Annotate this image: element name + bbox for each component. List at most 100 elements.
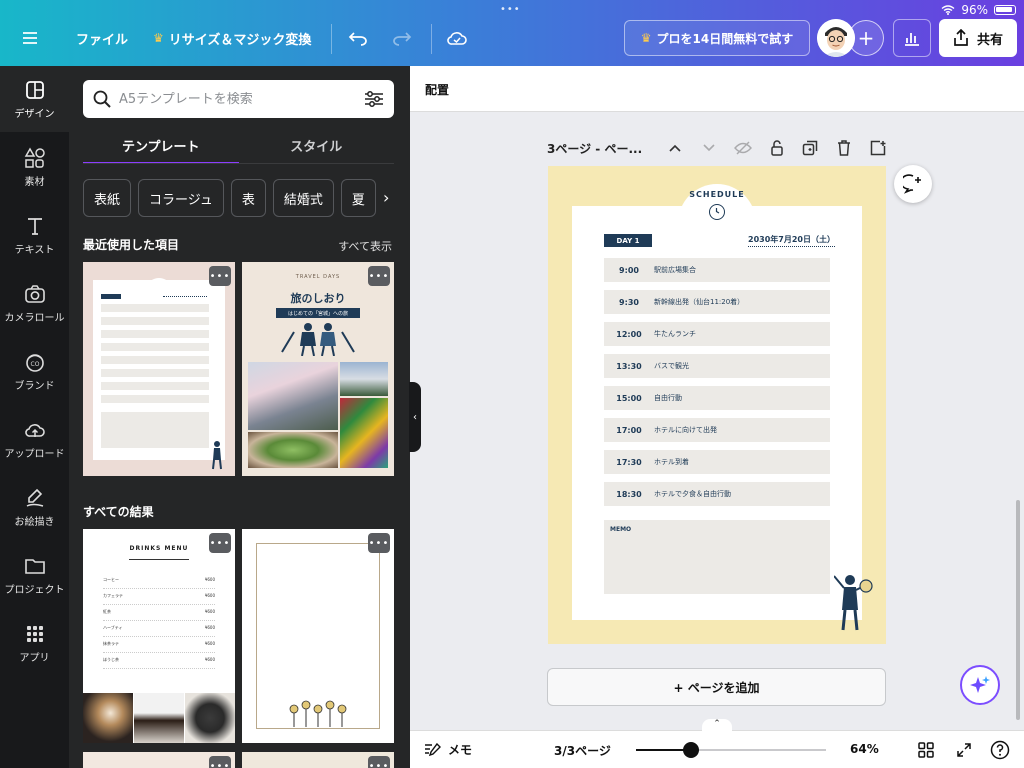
schedule-text: 牛たんランチ bbox=[654, 330, 696, 338]
date-text[interactable]: 2030年7月20日（土） bbox=[748, 234, 835, 247]
schedule-row[interactable]: 15:00 自由行動 bbox=[604, 386, 830, 410]
rail-item-text[interactable]: テキスト bbox=[0, 202, 69, 268]
tab-templates[interactable]: テンプレート bbox=[83, 132, 239, 164]
add-collaborator-button[interactable]: + bbox=[848, 20, 884, 56]
insights-button[interactable] bbox=[893, 19, 931, 57]
share-button[interactable]: 共有 bbox=[939, 19, 1017, 57]
zoom-level[interactable]: 64% bbox=[850, 742, 879, 756]
day-tag[interactable]: DAY 1 bbox=[604, 234, 652, 247]
template-thumb-partial[interactable]: ••• bbox=[242, 752, 394, 768]
status-bar: 96% bbox=[941, 3, 1016, 17]
template-thumb-partial[interactable]: ••• bbox=[83, 752, 235, 768]
template-thumb-schedule[interactable]: ••• bbox=[83, 262, 235, 476]
chevron-up-icon[interactable]: ⌃ bbox=[702, 719, 732, 733]
hide-icon[interactable] bbox=[733, 139, 752, 157]
chevron-down-icon[interactable] bbox=[700, 139, 718, 157]
resize-label: リサイズ＆マジック変換 bbox=[168, 32, 312, 48]
rail-item-upload[interactable]: アップロード bbox=[0, 406, 69, 472]
design-page[interactable]: DAY 1 2030年7月20日（土） 9:00 駅前広場集合 9:30 新幹線出発… bbox=[548, 166, 886, 644]
template-thumb-floral-frame[interactable]: ••• bbox=[242, 529, 394, 743]
page-title[interactable]: 3ページ - ペー... bbox=[547, 140, 650, 157]
chip-wedding[interactable]: 結婚式 bbox=[272, 179, 334, 217]
chip-table[interactable]: 表 bbox=[230, 179, 266, 217]
rail-item-brand[interactable]: CO ブランド bbox=[0, 338, 69, 404]
chevron-right-icon[interactable]: › bbox=[383, 188, 389, 207]
lock-icon[interactable] bbox=[768, 139, 786, 157]
more-options-button[interactable]: ••• bbox=[368, 266, 390, 286]
train-photo bbox=[340, 362, 388, 396]
add-comment-button[interactable] bbox=[894, 165, 932, 203]
more-options-button[interactable]: ••• bbox=[209, 533, 231, 553]
schedule-row[interactable]: 9:00 駅前広場集合 bbox=[604, 258, 830, 282]
schedule-row[interactable]: 17:30 ホテル到着 bbox=[604, 450, 830, 474]
more-options-button[interactable]: ••• bbox=[209, 266, 231, 286]
traveler-illustration[interactable] bbox=[834, 572, 874, 634]
more-options-button[interactable]: ••• bbox=[209, 756, 231, 768]
help-icon[interactable] bbox=[990, 740, 1010, 760]
more-options-button[interactable]: ••• bbox=[368, 533, 390, 553]
rail-item-design[interactable]: デザイン bbox=[0, 66, 69, 132]
schedule-row[interactable]: 18:30 ホテルで夕食＆自由行動 bbox=[604, 482, 830, 506]
search-box[interactable] bbox=[83, 80, 394, 118]
food-photo bbox=[248, 432, 338, 468]
template-thumb-travel[interactable]: TRAVEL DAYS 旅のしおり はじめての「宮城」への旅 ••• bbox=[242, 262, 394, 476]
travelers-illustration bbox=[281, 323, 355, 356]
schedule-row[interactable]: 9:30 新幹線出発（仙台11:20着） bbox=[604, 290, 830, 314]
grid-view-icon[interactable] bbox=[916, 740, 936, 760]
toolbar-divider bbox=[331, 24, 332, 54]
tab-styles[interactable]: スタイル bbox=[239, 132, 395, 164]
more-options-button[interactable]: ••• bbox=[368, 756, 390, 768]
search-input[interactable] bbox=[119, 91, 364, 107]
show-all-link[interactable]: すべて表示 bbox=[338, 238, 392, 254]
schedule-badge[interactable]: SCHEDULE bbox=[678, 184, 756, 228]
camera-icon bbox=[24, 284, 45, 303]
add-page-button[interactable]: + ページを追加 bbox=[547, 668, 886, 706]
rail-item-elements[interactable]: 素材 bbox=[0, 134, 69, 200]
page-count[interactable]: 3/3ページ bbox=[554, 742, 611, 759]
canvas-scrollbar[interactable] bbox=[1016, 500, 1020, 720]
chevron-up-icon[interactable] bbox=[666, 139, 684, 157]
sparkle-icon bbox=[970, 676, 990, 693]
rail-item-apps[interactable]: アプリ bbox=[0, 610, 69, 676]
filter-chips: 表紙 コラージュ 表 結婚式 夏 bbox=[83, 179, 403, 217]
trash-icon[interactable] bbox=[835, 139, 853, 157]
file-menu-button[interactable]: ファイル bbox=[76, 22, 128, 54]
resize-button[interactable]: ♛ リサイズ＆マジック変換 bbox=[153, 22, 311, 54]
rail-item-projects[interactable]: プロジェクト bbox=[0, 542, 69, 608]
collapse-panel-button[interactable]: ‹ bbox=[409, 382, 421, 452]
rail-item-camera-roll[interactable]: カメラロール bbox=[0, 270, 69, 336]
elements-icon bbox=[24, 146, 45, 168]
redo-icon[interactable] bbox=[392, 22, 412, 54]
magic-assistant-button[interactable] bbox=[960, 665, 1000, 705]
fullscreen-icon[interactable] bbox=[954, 740, 974, 760]
duplicate-icon[interactable] bbox=[802, 139, 820, 157]
thumb-badge bbox=[143, 278, 175, 288]
cloud-save-icon[interactable] bbox=[446, 22, 468, 54]
schedule-row[interactable]: 17:00 ホテルに向けて出発 bbox=[604, 418, 830, 442]
battery-icon bbox=[994, 5, 1016, 15]
undo-icon[interactable] bbox=[348, 22, 368, 54]
notes-button[interactable]: メモ bbox=[424, 741, 472, 758]
svg-text:CO: CO bbox=[30, 361, 39, 368]
chip-collage[interactable]: コラージュ bbox=[138, 179, 224, 217]
add-page-icon[interactable] bbox=[869, 139, 887, 157]
menu-icon[interactable] bbox=[22, 22, 38, 54]
schedule-row[interactable]: 13:30 バスで観光 bbox=[604, 354, 830, 378]
multitask-dots-icon[interactable]: ••• bbox=[500, 4, 521, 15]
share-icon bbox=[954, 29, 968, 46]
filter-icon[interactable] bbox=[364, 90, 384, 108]
memo-box[interactable]: MEMO bbox=[604, 520, 830, 594]
zoom-slider[interactable] bbox=[636, 742, 826, 758]
zoom-slider-knob[interactable] bbox=[682, 742, 699, 758]
rail-label: プロジェクト bbox=[4, 584, 65, 596]
rail-label: テキスト bbox=[14, 244, 55, 256]
pro-trial-button[interactable]: ♛ プロを14日間無料で試す bbox=[624, 20, 810, 56]
template-thumb-drinks-menu[interactable]: DRINKS MENU コーヒー ¥600 カフェラテ ¥600 紅茶 ¥600 ハー… bbox=[83, 529, 235, 743]
thumb-row bbox=[101, 356, 209, 364]
arrange-button[interactable]: 配置 bbox=[425, 81, 449, 98]
rail-item-draw[interactable]: お絵描き bbox=[0, 474, 69, 540]
chip-summer[interactable]: 夏 bbox=[340, 179, 376, 217]
crown-icon: ♛ bbox=[153, 31, 164, 45]
chip-cover[interactable]: 表紙 bbox=[83, 179, 132, 217]
schedule-row[interactable]: 12:00 牛たんランチ bbox=[604, 322, 830, 346]
